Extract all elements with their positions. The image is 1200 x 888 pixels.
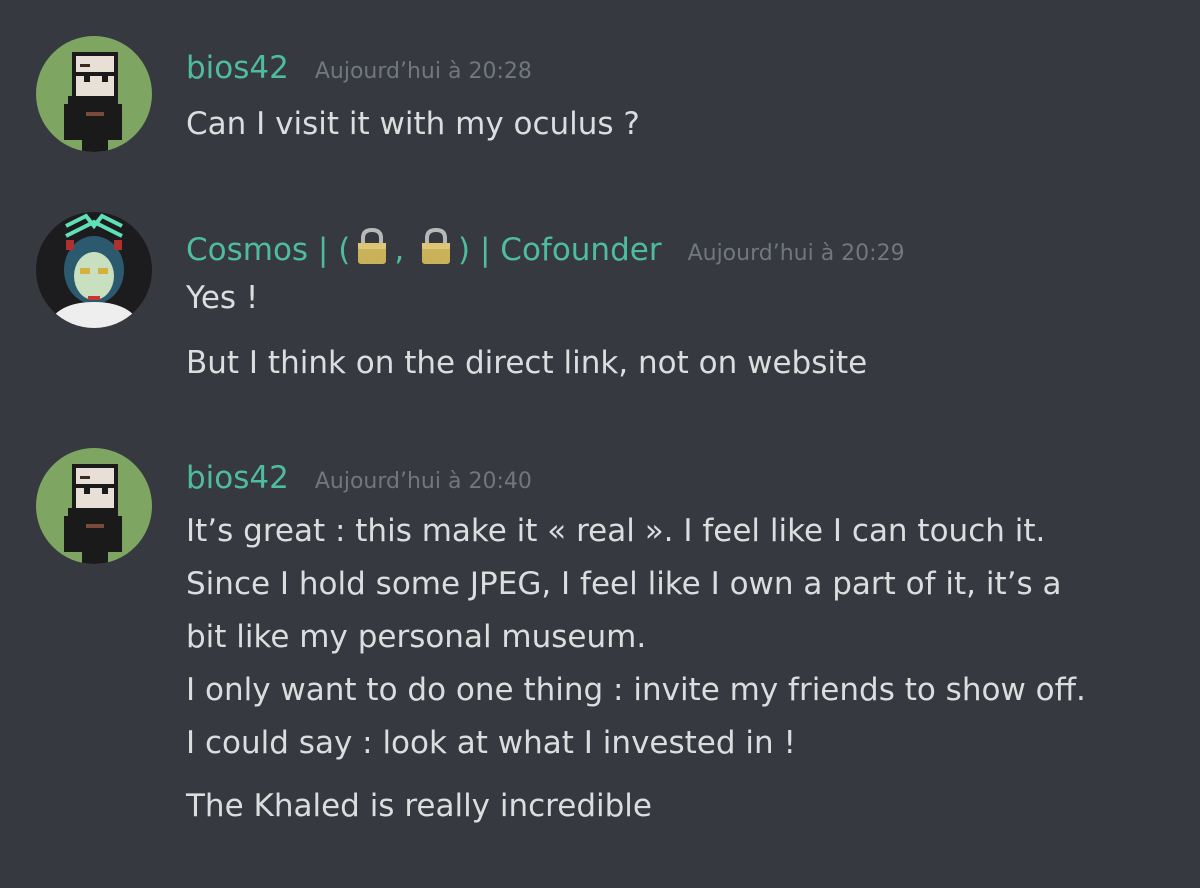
username-part: Cosmos | ( (186, 232, 351, 268)
lock-icon (358, 227, 387, 264)
username[interactable]: bios42 (186, 460, 289, 496)
message-text: Can I visit it with my oculus ? (186, 106, 640, 142)
chat-messages: bios42 Aujourd’hui à 20:28 Can I visit i… (0, 0, 1200, 888)
message-text: Since I hold some JPEG, I feel like I ow… (186, 566, 1062, 602)
user-avatar[interactable] (36, 448, 152, 564)
username-part: ) | Cofounder (458, 232, 662, 268)
message-text: I could say : look at what I invested in… (186, 725, 796, 761)
username-part: , (394, 232, 405, 268)
timestamp: Aujourd’hui à 20:29 (687, 241, 905, 266)
message-text: But I think on the direct link, not on w… (186, 345, 868, 381)
message-text: The Khaled is really incredible (186, 788, 652, 824)
message-text: I only want to do one thing : invite my … (186, 672, 1086, 708)
user-avatar[interactable] (36, 212, 152, 328)
username[interactable]: Cosmos | ( , ) | Cofounder (186, 226, 662, 268)
timestamp: Aujourd’hui à 20:28 (314, 59, 532, 84)
username[interactable]: bios42 (186, 50, 289, 86)
anime-girl-avatar-icon (36, 212, 152, 328)
message-text: Yes ! (186, 280, 259, 316)
bald-bearded-pixel-avatar-icon (36, 448, 152, 564)
lock-icon (422, 227, 451, 264)
message-text: bit like my personal museum. (186, 619, 647, 655)
message-text: It’s great : this make it « real ». I fe… (186, 513, 1046, 549)
timestamp: Aujourd’hui à 20:40 (314, 469, 532, 494)
user-avatar[interactable] (36, 36, 152, 152)
bald-bearded-pixel-avatar-icon (36, 36, 152, 152)
